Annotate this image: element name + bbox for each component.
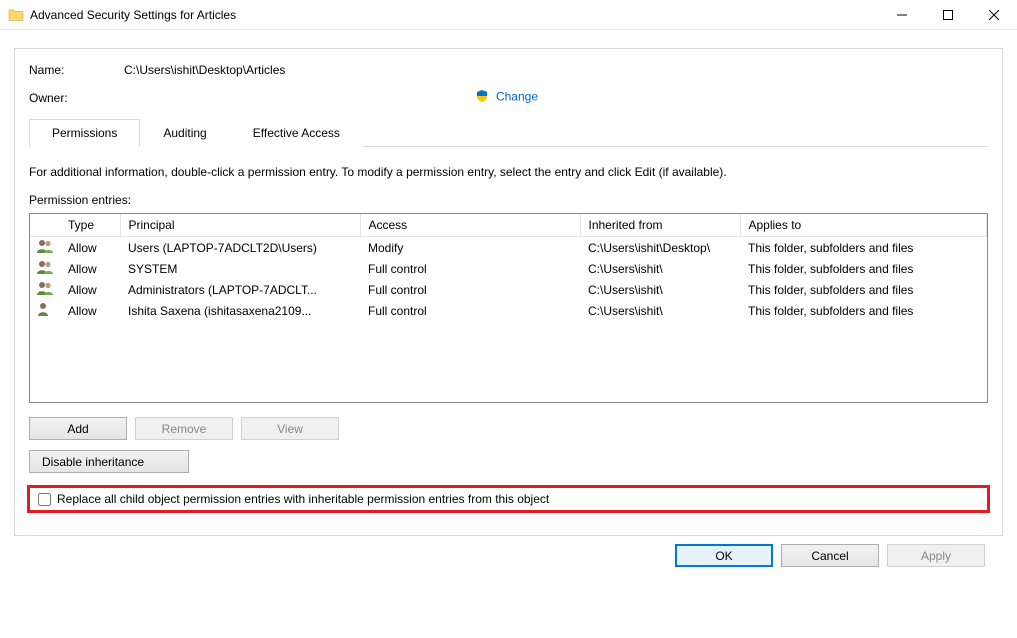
remove-button[interactable]: Remove (135, 417, 233, 440)
row-icon (30, 237, 60, 259)
name-value: C:\Users\ishit\Desktop\Articles (124, 63, 285, 77)
col-inherited[interactable]: Inherited from (580, 214, 740, 237)
cell-inherited: C:\Users\ishit\ (580, 258, 740, 279)
cell-type: Allow (60, 237, 120, 259)
cell-inherited: C:\Users\ishit\ (580, 279, 740, 300)
view-button[interactable]: View (241, 417, 339, 440)
row-icon (30, 300, 60, 321)
cell-applies: This folder, subfolders and files (740, 300, 987, 321)
cell-access: Full control (360, 279, 580, 300)
permission-table[interactable]: Type Principal Access Inherited from App… (29, 213, 988, 403)
add-button[interactable]: Add (29, 417, 127, 440)
tabs: Permissions Auditing Effective Access (29, 118, 988, 147)
apply-button[interactable]: Apply (887, 544, 985, 567)
row-icon (30, 258, 60, 279)
tab-effective-access[interactable]: Effective Access (230, 119, 363, 147)
table-row[interactable]: AllowIshita Saxena (ishitasaxena2109...F… (30, 300, 987, 321)
cell-principal: SYSTEM (120, 258, 360, 279)
cell-type: Allow (60, 258, 120, 279)
ok-button[interactable]: OK (675, 544, 773, 567)
col-principal[interactable]: Principal (120, 214, 360, 237)
col-icon[interactable] (30, 214, 60, 237)
col-applies[interactable]: Applies to (740, 214, 987, 237)
maximize-button[interactable] (925, 0, 971, 30)
cell-inherited: C:\Users\ishit\Desktop\ (580, 237, 740, 259)
tab-permissions[interactable]: Permissions (29, 119, 140, 147)
name-label: Name: (29, 63, 124, 77)
disable-inheritance-button[interactable]: Disable inheritance (29, 450, 189, 473)
table-row[interactable]: AllowSYSTEMFull controlC:\Users\ishit\Th… (30, 258, 987, 279)
change-owner-link[interactable]: Change (496, 90, 538, 104)
cell-applies: This folder, subfolders and files (740, 258, 987, 279)
replace-children-label: Replace all child object permission entr… (57, 492, 549, 506)
tab-auditing[interactable]: Auditing (140, 119, 229, 147)
cancel-button[interactable]: Cancel (781, 544, 879, 567)
cell-applies: This folder, subfolders and files (740, 237, 987, 259)
info-text: For additional information, double-click… (29, 165, 988, 179)
cell-applies: This folder, subfolders and files (740, 279, 987, 300)
cell-type: Allow (60, 279, 120, 300)
replace-children-checkbox[interactable] (38, 493, 51, 506)
main-frame: Name: C:\Users\ishit\Desktop\Articles Ow… (14, 48, 1003, 536)
row-icon (30, 279, 60, 300)
cell-principal: Administrators (LAPTOP-7ADCLT... (120, 279, 360, 300)
table-row[interactable]: AllowUsers (LAPTOP-7ADCLT2D\Users)Modify… (30, 237, 987, 259)
col-type[interactable]: Type (60, 214, 120, 237)
cell-principal: Users (LAPTOP-7ADCLT2D\Users) (120, 237, 360, 259)
col-access[interactable]: Access (360, 214, 580, 237)
entries-label: Permission entries: (29, 193, 988, 207)
cell-access: Full control (360, 300, 580, 321)
table-row[interactable]: AllowAdministrators (LAPTOP-7ADCLT...Ful… (30, 279, 987, 300)
shield-icon (475, 89, 489, 106)
minimize-button[interactable] (879, 0, 925, 30)
cell-access: Full control (360, 258, 580, 279)
window-title: Advanced Security Settings for Articles (30, 8, 879, 22)
cell-access: Modify (360, 237, 580, 259)
folder-icon (8, 7, 24, 23)
cell-inherited: C:\Users\ishit\ (580, 300, 740, 321)
replace-children-highlight: Replace all child object permission entr… (27, 485, 990, 513)
owner-label: Owner: (29, 91, 124, 105)
close-button[interactable] (971, 0, 1017, 30)
cell-type: Allow (60, 300, 120, 321)
cell-principal: Ishita Saxena (ishitasaxena2109... (120, 300, 360, 321)
titlebar: Advanced Security Settings for Articles (0, 0, 1017, 30)
